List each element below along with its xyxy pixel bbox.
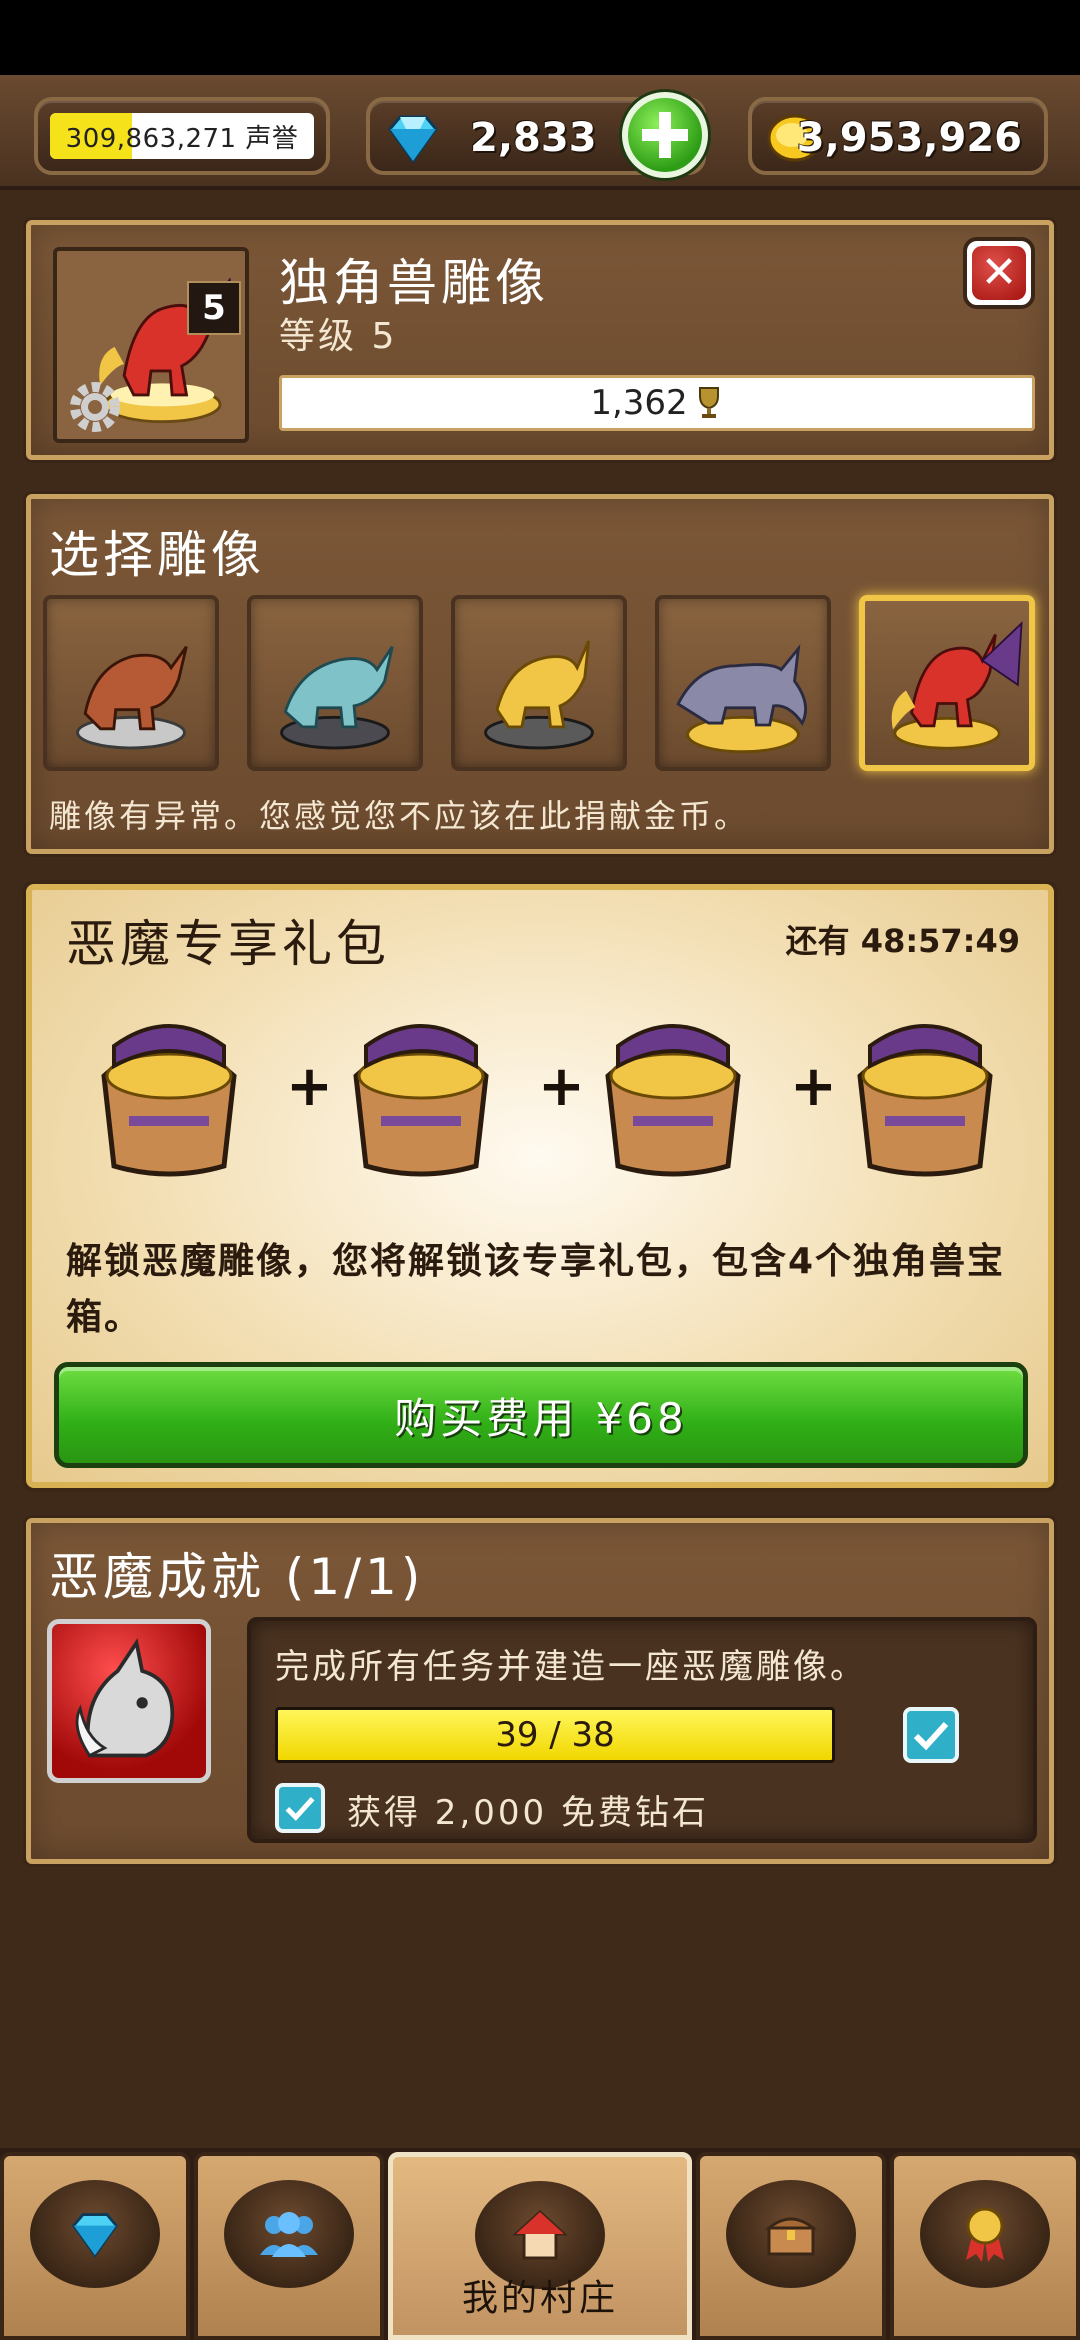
medal-icon xyxy=(966,2207,1004,2262)
achievement-icon xyxy=(47,1619,211,1783)
bundle-chests: + + + xyxy=(64,1006,1044,1184)
trophy-icon xyxy=(698,387,719,418)
bundle-title: 恶魔专享礼包 xyxy=(66,915,390,973)
nav-tab-chest[interactable] xyxy=(696,2152,886,2340)
gold-pill[interactable]: 3,953,926 xyxy=(748,97,1048,175)
achievement-progress-text: 39 / 38 xyxy=(495,1715,615,1755)
reputation-highlight: 309 xyxy=(65,123,117,154)
statue-option-ice[interactable] xyxy=(247,595,423,771)
ice-unicorn-statue-icon xyxy=(280,645,394,750)
checkmark-icon xyxy=(913,1721,949,1750)
diamond-icon xyxy=(388,115,438,164)
gems-value: 2,833 xyxy=(470,115,597,161)
unicorn-chest-icon xyxy=(353,1024,489,1177)
statue-thumbnail[interactable]: 5 xyxy=(53,247,249,443)
close-icon: ✕ xyxy=(972,246,1026,300)
select-statue-title: 选择雕像 xyxy=(49,526,265,584)
gear-icon[interactable] xyxy=(63,375,127,439)
statue-header-panel: 5 独角兽雕像 等级 5 1,362 ✕ xyxy=(26,220,1054,460)
demon-unicorn-statue-icon xyxy=(891,621,1023,750)
statue-level-text: 等级 5 xyxy=(279,316,398,357)
buy-bundle-button[interactable]: 购买费用 ¥68 xyxy=(54,1362,1028,1468)
bronze-unicorn-statue-icon xyxy=(76,645,188,750)
achievement-description: 完成所有任务并建造一座恶魔雕像。 xyxy=(275,1647,867,1687)
nav-tab-medal[interactable] xyxy=(890,2152,1080,2340)
gold-unicorn-statue-icon xyxy=(484,640,594,750)
nav-icon-ring xyxy=(726,2180,856,2288)
statue-options xyxy=(43,595,1043,771)
nav-tab-village[interactable]: 我的村庄 xyxy=(388,2152,692,2340)
bundle-description: 解锁恶魔雕像，您将解锁该专享礼包，包含4个独角兽宝箱。 xyxy=(66,1241,1006,1338)
reputation-text: 309,863,271 声誉 xyxy=(66,118,299,155)
reputation-bar: 309,863,271 声誉 xyxy=(50,113,314,159)
achievement-progress-bar: 39 / 38 xyxy=(275,1707,835,1763)
unicorn-chest-icon xyxy=(101,1024,237,1177)
reward-text: 获得 2,000 免费钻石 xyxy=(347,1793,709,1833)
reputation-rest: ,863,271 声誉 xyxy=(116,123,299,154)
statue-option-silver[interactable] xyxy=(655,595,831,771)
nav-tab-gems[interactable] xyxy=(0,2152,190,2340)
statue-option-gold[interactable] xyxy=(451,595,627,771)
gold-value: 3,953,926 xyxy=(796,115,1022,161)
silver-unicorn-head-icon xyxy=(75,1637,175,1758)
unicorn-chest-icon xyxy=(605,1024,741,1177)
statue-option-demon[interactable] xyxy=(859,595,1035,771)
nav-label-village: 我的村庄 xyxy=(461,2278,618,2319)
reputation-pill[interactable]: 309,863,271 声誉 xyxy=(34,97,330,175)
unicorn-chest-icon xyxy=(857,1024,993,1177)
nav-icon-ring xyxy=(224,2180,354,2288)
status-strip xyxy=(0,0,1080,75)
demon-achievement-panel: 恶魔成就 (1/1) 完成所有任务并建造一座恶魔雕像。 39 / 38 获得 2… xyxy=(26,1518,1054,1864)
statue-level-badge: 5 xyxy=(187,281,241,335)
achievement-details: 完成所有任务并建造一座恶魔雕像。 39 / 38 获得 2,000 免费钻石 xyxy=(247,1617,1037,1843)
chest-icon xyxy=(764,2217,818,2256)
bottom-nav: 我的村庄 xyxy=(0,2148,1080,2340)
diamond-icon xyxy=(71,2213,119,2258)
nav-icon-ring xyxy=(30,2180,160,2288)
achievement-complete-checkbox[interactable] xyxy=(903,1707,959,1763)
currency-bar: 309,863,271 声誉 2,833 3,953,926 xyxy=(0,75,1080,190)
reward-checkbox[interactable] xyxy=(275,1783,325,1833)
statue-title: 独角兽雕像 xyxy=(279,254,549,312)
statue-option-bronze[interactable] xyxy=(43,595,219,771)
demon-bundle-panel: 恶魔专享礼包 还有 48:57:49 + + + 解锁恶魔雕像，您将解锁该专享礼… xyxy=(26,884,1054,1488)
people-icon xyxy=(260,2212,318,2257)
select-statue-note: 雕像有异常。您感觉您不应该在此捐献金币。 xyxy=(49,797,750,835)
nav-tab-social[interactable] xyxy=(194,2152,384,2340)
bundle-timer: 还有 48:57:49 xyxy=(785,922,1020,960)
close-button[interactable]: ✕ xyxy=(963,237,1035,309)
home-icon xyxy=(512,2209,568,2260)
select-statue-panel: 选择雕像 雕像有异常。您感觉您不应该在此捐献金币。 xyxy=(26,494,1054,854)
achievement-title: 恶魔成就 (1/1) xyxy=(49,1548,425,1606)
trophy-count: 1,362 xyxy=(590,383,688,423)
checkmark-icon xyxy=(285,1797,315,1821)
add-gems-button[interactable] xyxy=(622,92,708,178)
silver-unicorn-statue-icon xyxy=(676,643,808,754)
trophy-bar: 1,362 xyxy=(279,375,1035,431)
nav-icon-ring xyxy=(920,2180,1050,2288)
